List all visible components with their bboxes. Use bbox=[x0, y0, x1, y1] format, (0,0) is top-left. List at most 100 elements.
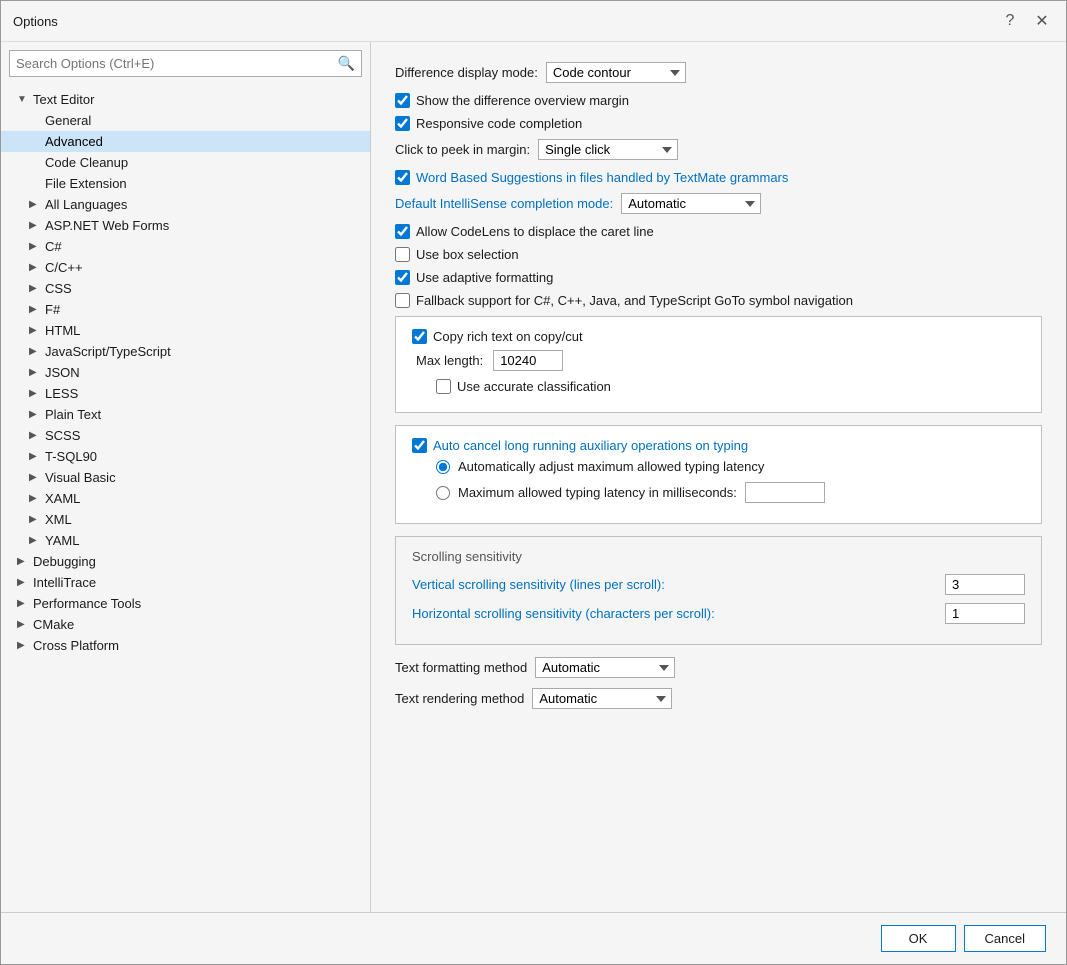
tree-item-advanced[interactable]: Advanced bbox=[1, 131, 370, 152]
tree-item-plain-text[interactable]: ▶Plain Text bbox=[1, 404, 370, 425]
tree-item-debugging[interactable]: ▶Debugging bbox=[1, 551, 370, 572]
cancel-button[interactable]: Cancel bbox=[964, 925, 1046, 952]
vertical-scroll-row: Vertical scrolling sensitivity (lines pe… bbox=[412, 574, 1025, 595]
tree-item-javascript-typescript[interactable]: ▶JavaScript/TypeScript bbox=[1, 341, 370, 362]
difference-display-dropdown[interactable]: Code contour None ViewportOverview bbox=[546, 62, 686, 83]
max-latency-row: Maximum allowed typing latency in millis… bbox=[412, 482, 1025, 503]
tree-item-label-html: HTML bbox=[45, 323, 80, 338]
tree-item-scss[interactable]: ▶SCSS bbox=[1, 425, 370, 446]
accurate-classification-checkbox[interactable] bbox=[436, 379, 451, 394]
tree-item-label-all-languages: All Languages bbox=[45, 197, 127, 212]
show-diff-margin-checkbox[interactable] bbox=[395, 93, 410, 108]
tree-item-aspnet-web-forms[interactable]: ▶ASP.NET Web Forms bbox=[1, 215, 370, 236]
box-selection-row: Use box selection bbox=[395, 247, 1042, 262]
tree-item-general[interactable]: General bbox=[1, 110, 370, 131]
tree-item-label-javascript-typescript: JavaScript/TypeScript bbox=[45, 344, 171, 359]
expand-arrow-all-languages: ▶ bbox=[29, 199, 41, 210]
tree-item-code-cleanup[interactable]: Code Cleanup bbox=[1, 152, 370, 173]
help-button[interactable]: ? bbox=[998, 9, 1022, 33]
click-to-peek-row: Click to peek in margin: Single click Do… bbox=[395, 139, 1042, 160]
tree-item-cross-platform[interactable]: ▶Cross Platform bbox=[1, 635, 370, 656]
responsive-code-checkbox[interactable] bbox=[395, 116, 410, 131]
text-rendering-dropdown[interactable]: Automatic GDI DirectWrite bbox=[532, 688, 672, 709]
intellisense-dropdown[interactable]: Automatic Cycling Tab-first bbox=[621, 193, 761, 214]
copy-rich-text-section: Copy rich text on copy/cut Max length: U… bbox=[395, 316, 1042, 413]
tree-item-label-plain-text: Plain Text bbox=[45, 407, 101, 422]
tree-item-label-css: CSS bbox=[45, 281, 72, 296]
tree-container[interactable]: ▼Text EditorGeneral Advanced Code Cleanup F… bbox=[1, 85, 370, 912]
tree-item-csharp[interactable]: ▶C# bbox=[1, 236, 370, 257]
tree-item-html[interactable]: ▶HTML bbox=[1, 320, 370, 341]
horizontal-scroll-row: Horizontal scrolling sensitivity (charac… bbox=[412, 603, 1025, 624]
tree-item-label-advanced: Advanced bbox=[45, 134, 103, 149]
intellisense-row: Default IntelliSense completion mode: Au… bbox=[395, 193, 1042, 214]
title-bar: Options ? ✕ bbox=[1, 1, 1066, 42]
scrolling-section-title: Scrolling sensitivity bbox=[412, 549, 1025, 564]
tree-item-fsharp[interactable]: ▶F# bbox=[1, 299, 370, 320]
expand-arrow-css: ▶ bbox=[29, 283, 41, 294]
expand-arrow-text-editor: ▼ bbox=[17, 94, 29, 105]
left-panel: 🔍 ▼Text EditorGeneral Advanced Code Cleanu… bbox=[1, 42, 371, 912]
tree-item-label-file-extension: File Extension bbox=[45, 176, 127, 191]
expand-arrow-tsql90: ▶ bbox=[29, 451, 41, 462]
tree-item-visual-basic[interactable]: ▶Visual Basic bbox=[1, 467, 370, 488]
max-length-input[interactable] bbox=[493, 350, 563, 371]
search-box[interactable]: 🔍 bbox=[9, 50, 362, 77]
tree-item-label-yaml: YAML bbox=[45, 533, 79, 548]
tree-item-less[interactable]: ▶LESS bbox=[1, 383, 370, 404]
title-bar-actions: ? ✕ bbox=[998, 9, 1054, 33]
codelens-checkbox[interactable] bbox=[395, 224, 410, 239]
tree-item-label-xaml: XAML bbox=[45, 491, 80, 506]
tree-item-json[interactable]: ▶JSON bbox=[1, 362, 370, 383]
tree-item-label-less: LESS bbox=[45, 386, 78, 401]
word-suggestions-checkbox[interactable] bbox=[395, 170, 410, 185]
adaptive-formatting-checkbox[interactable] bbox=[395, 270, 410, 285]
tree-item-css[interactable]: ▶ CSS bbox=[1, 278, 370, 299]
tree-item-text-editor[interactable]: ▼Text Editor bbox=[1, 89, 370, 110]
expand-arrow-csharp: ▶ bbox=[29, 241, 41, 252]
click-to-peek-dropdown[interactable]: Single click Double click bbox=[538, 139, 678, 160]
responsive-code-row: Responsive code completion bbox=[395, 116, 1042, 131]
copy-rich-text-label: Copy rich text on copy/cut bbox=[433, 329, 583, 344]
tree-item-label-scss: SCSS bbox=[45, 428, 80, 443]
word-suggestions-label: Word Based Suggestions in files handled … bbox=[416, 170, 788, 185]
tree-item-tsql90[interactable]: ▶T-SQL90 bbox=[1, 446, 370, 467]
tree-item-xml[interactable]: ▶XML bbox=[1, 509, 370, 530]
max-length-row: Max length: bbox=[412, 350, 1025, 371]
tree-item-all-languages[interactable]: ▶ All Languages bbox=[1, 194, 370, 215]
tree-item-label-fsharp: F# bbox=[45, 302, 60, 317]
tree-item-label-xml: XML bbox=[45, 512, 72, 527]
tree-item-file-extension[interactable]: File Extension bbox=[1, 173, 370, 194]
tree-item-label-aspnet-web-forms: ASP.NET Web Forms bbox=[45, 218, 169, 233]
auto-cancel-section: Auto cancel long running auxiliary opera… bbox=[395, 425, 1042, 524]
auto-cancel-row: Auto cancel long running auxiliary opera… bbox=[412, 438, 1025, 453]
word-suggestions-row: Word Based Suggestions in files handled … bbox=[395, 170, 1042, 185]
ok-button[interactable]: OK bbox=[881, 925, 956, 952]
auto-cancel-checkbox[interactable] bbox=[412, 438, 427, 453]
expand-arrow-cmake: ▶ bbox=[17, 619, 29, 630]
copy-rich-text-checkbox[interactable] bbox=[412, 329, 427, 344]
tree-item-cmake[interactable]: ▶CMake bbox=[1, 614, 370, 635]
text-formatting-dropdown[interactable]: Automatic GDI DirectWrite bbox=[535, 657, 675, 678]
codelens-row: Allow CodeLens to displace the caret lin… bbox=[395, 224, 1042, 239]
close-button[interactable]: ✕ bbox=[1030, 9, 1054, 33]
max-length-label: Max length: bbox=[416, 353, 483, 368]
auto-adjust-radio[interactable] bbox=[436, 460, 450, 474]
search-input[interactable] bbox=[16, 56, 338, 71]
max-latency-input[interactable] bbox=[745, 482, 825, 503]
horizontal-scroll-input[interactable] bbox=[945, 603, 1025, 624]
max-latency-radio[interactable] bbox=[436, 486, 450, 500]
tree-item-performance-tools[interactable]: ▶Performance Tools bbox=[1, 593, 370, 614]
adaptive-formatting-label: Use adaptive formatting bbox=[416, 270, 553, 285]
tree-item-label-cpp: C/C++ bbox=[45, 260, 83, 275]
tree-item-xaml[interactable]: ▶XAML bbox=[1, 488, 370, 509]
tree-item-intellitrace[interactable]: ▶IntelliTrace bbox=[1, 572, 370, 593]
box-selection-checkbox[interactable] bbox=[395, 247, 410, 262]
tree-item-cpp[interactable]: ▶ C/C++ bbox=[1, 257, 370, 278]
expand-arrow-cpp: ▶ bbox=[29, 262, 41, 273]
fallback-support-checkbox[interactable] bbox=[395, 293, 410, 308]
intellisense-label: Default IntelliSense completion mode: bbox=[395, 196, 613, 211]
fallback-support-row: Fallback support for C#, C++, Java, and … bbox=[395, 293, 1042, 308]
vertical-scroll-input[interactable] bbox=[945, 574, 1025, 595]
tree-item-yaml[interactable]: ▶YAML bbox=[1, 530, 370, 551]
